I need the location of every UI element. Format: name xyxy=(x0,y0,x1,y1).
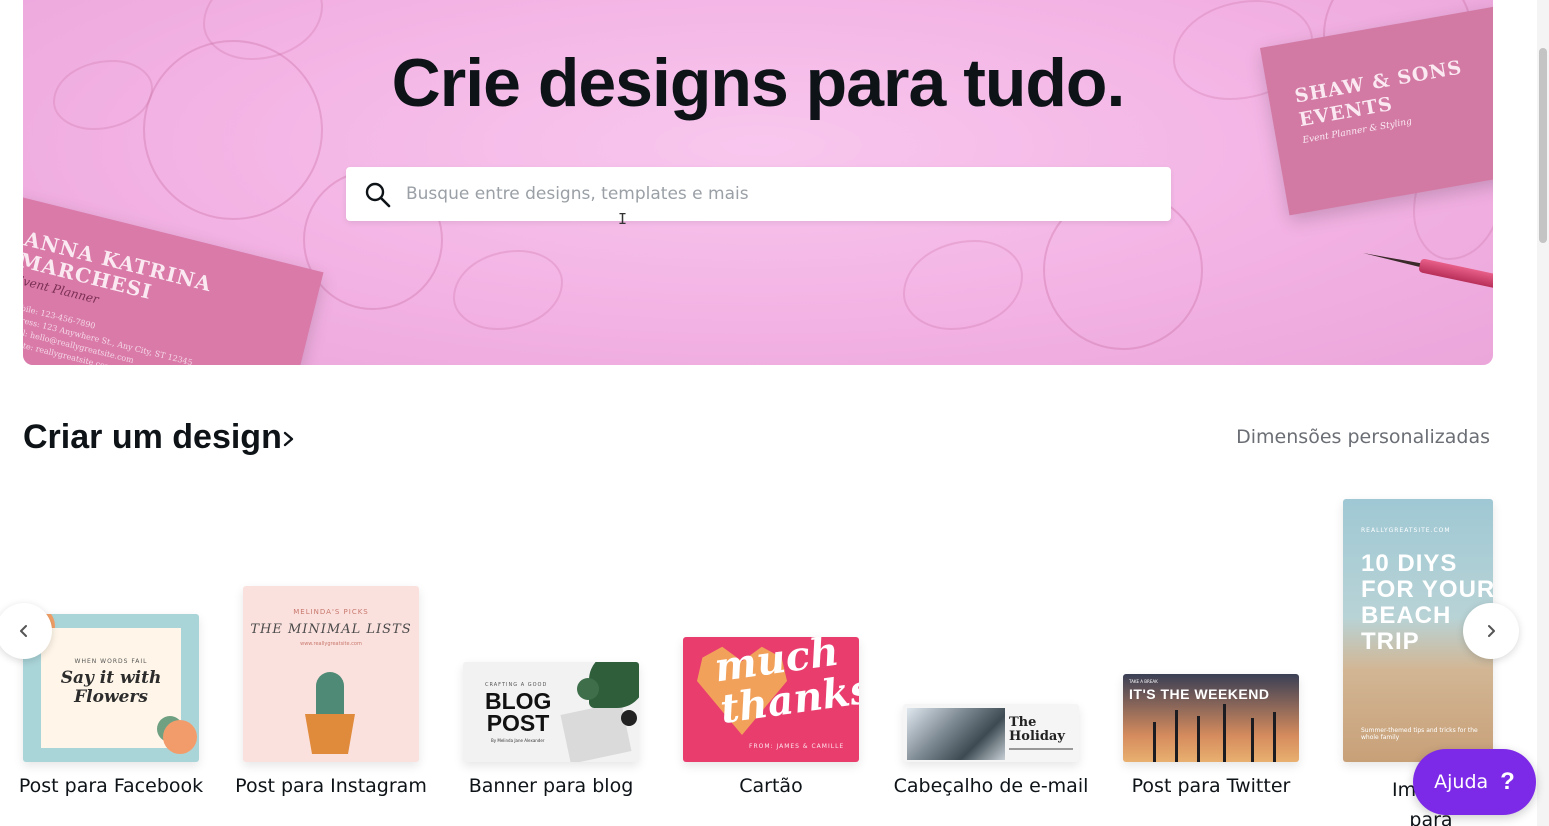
chevron-left-icon xyxy=(20,625,27,637)
search-input[interactable] xyxy=(406,167,1146,221)
thumb-kicker: WHEN WORDS FAIL xyxy=(74,658,148,665)
flower-decoration xyxy=(163,720,197,754)
leaf-illustration xyxy=(577,678,599,700)
thumb-sub: www.reallygreatsite.com xyxy=(300,641,362,647)
template-thumb-card[interactable]: much thanks FROM: JAMES & CAMILLE xyxy=(683,637,859,762)
page-scrollbar[interactable] xyxy=(1537,0,1549,826)
question-mark-icon: ? xyxy=(1500,768,1515,795)
cup-illustration xyxy=(621,710,637,726)
chevron-right-icon[interactable] xyxy=(281,428,297,450)
template-label-email-header[interactable]: Cabeçalho de e-mail xyxy=(876,775,1106,797)
thumb-headline: Say it with Flowers xyxy=(60,668,162,707)
template-label-card[interactable]: Cartão xyxy=(656,775,886,797)
thumb-sub: FROM: JAMES & CAMILLE xyxy=(749,743,845,750)
pot-illustration xyxy=(305,714,355,754)
help-button[interactable]: Ajuda ? xyxy=(1413,749,1536,815)
thumb-kicker: TAKE A BREAK xyxy=(1129,679,1158,684)
template-label-blog-banner[interactable]: Banner para blog xyxy=(436,775,666,797)
thumb-sub: By Melinda Jane Alexander xyxy=(491,738,545,743)
thumb-sub: Summer-themed tips and tricks for the wh… xyxy=(1361,727,1478,741)
template-thumb-instagram-post[interactable]: MELINDA'S PICKS THE MINIMAL LISTS www.re… xyxy=(243,586,419,762)
hero-title: Crie designs para tudo. xyxy=(391,45,1126,121)
palm-tree xyxy=(1273,712,1276,762)
thumb-headline: much thanks xyxy=(711,637,859,734)
palm-tree xyxy=(1251,718,1254,762)
thumb-divider xyxy=(1009,748,1073,750)
palm-tree xyxy=(1223,704,1226,762)
thumb-kicker: REALLYGREATSITE.COM xyxy=(1361,527,1451,534)
thumb-inner: WHEN WORDS FAIL Say it with Flowers xyxy=(41,628,181,748)
decorative-petal xyxy=(903,240,1023,330)
decorative-petal xyxy=(453,250,563,330)
palm-tree xyxy=(1153,722,1156,762)
template-label-facebook-post[interactable]: Post para Facebook xyxy=(0,775,226,797)
search-icon[interactable] xyxy=(364,181,392,209)
mountain-photo xyxy=(907,708,1005,760)
carousel-next-button[interactable] xyxy=(1463,603,1519,659)
text-cursor-icon: I xyxy=(618,210,628,228)
thumb-kicker: MELINDA'S PICKS xyxy=(293,608,369,616)
help-label: Ajuda xyxy=(1434,771,1489,793)
cactus-illustration xyxy=(316,672,344,718)
custom-dimensions-link[interactable]: Dimensões personalizadas xyxy=(1236,426,1490,448)
thumb-headline: IT'S THE WEEKEND xyxy=(1129,686,1270,702)
thumb-headline: The Holiday xyxy=(1009,715,1065,744)
palm-tree xyxy=(1175,710,1178,762)
template-label-instagram-post[interactable]: Post para Instagram xyxy=(216,775,446,797)
thumb-headline: THE MINIMAL LISTS xyxy=(250,622,412,637)
template-label-twitter-post[interactable]: Post para Twitter xyxy=(1096,775,1326,797)
business-card-left: ANNA KATRINA MARCHESI Event Planner Mobi… xyxy=(23,195,324,365)
section-title[interactable]: Criar um design xyxy=(23,418,282,457)
thumb-headline: BLOG POST xyxy=(485,688,552,736)
paper-illustration xyxy=(560,702,632,762)
chevron-right-icon xyxy=(1488,625,1495,637)
palm-tree xyxy=(1197,716,1200,762)
scrollbar-thumb[interactable] xyxy=(1539,48,1547,243)
decorative-pen xyxy=(1362,246,1493,299)
template-thumb-blog-banner[interactable]: CRAFTING A GOOD BLOG POST By Melinda Jan… xyxy=(463,662,639,762)
search-bar[interactable] xyxy=(346,167,1171,221)
template-thumb-email-header[interactable]: The Holiday xyxy=(903,704,1079,762)
template-thumb-twitter-post[interactable]: TAKE A BREAK IT'S THE WEEKEND xyxy=(1123,674,1299,762)
